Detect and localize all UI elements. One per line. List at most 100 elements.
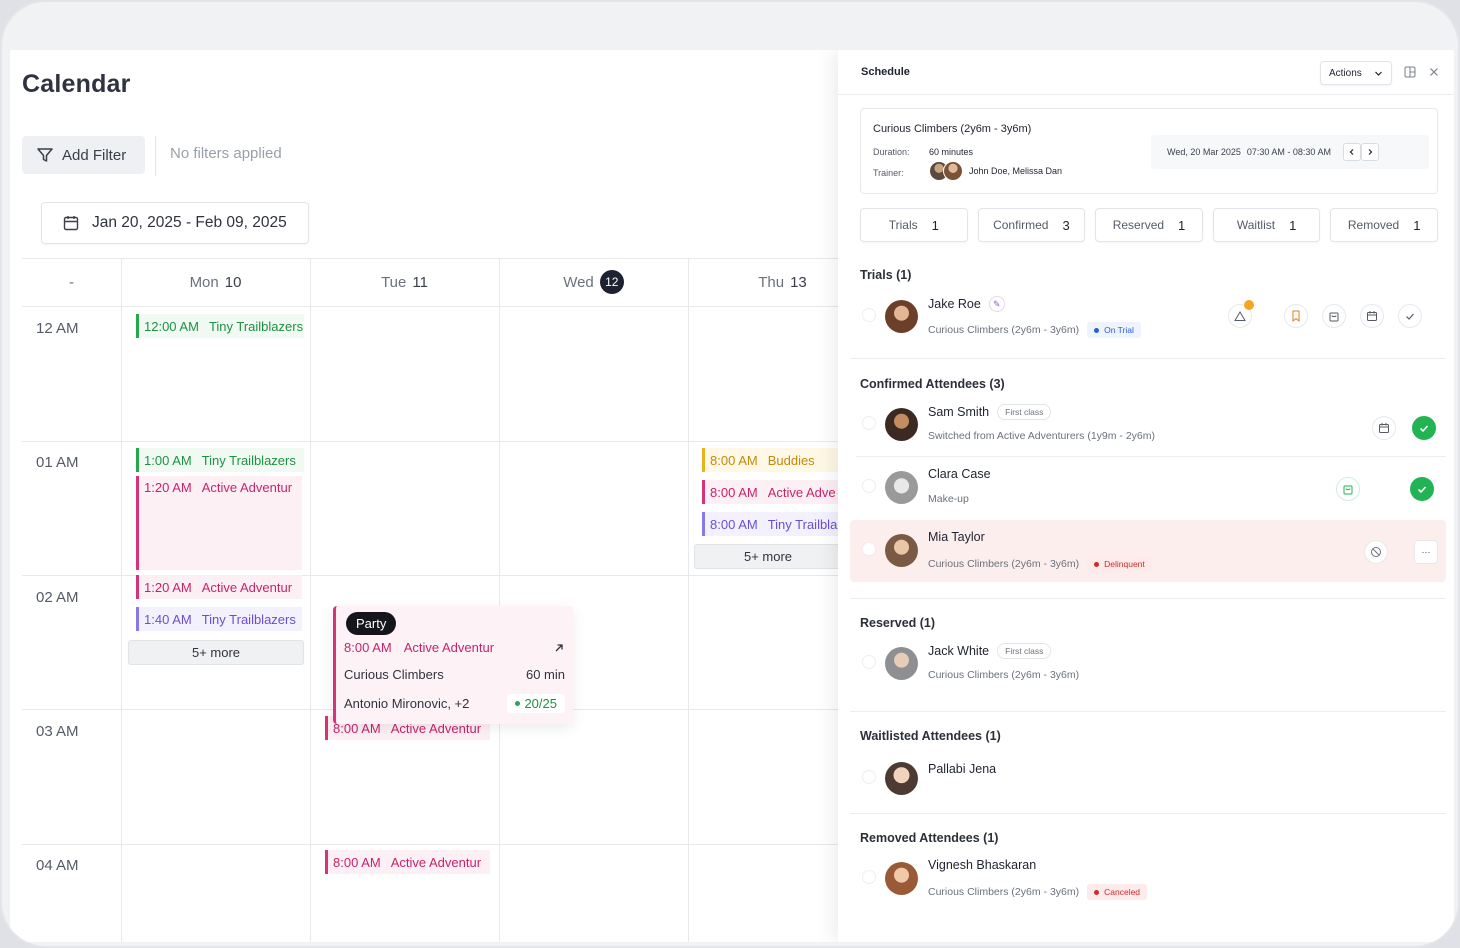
calendar-add-icon[interactable] [1372, 416, 1396, 440]
hour-label: 12 AM [36, 320, 79, 337]
attendee-name: Sam Smith First class [928, 404, 1052, 420]
class-info-card: Curious Climbers (2y6m - 3y6m) Duration:… [860, 108, 1438, 194]
select-radio[interactable] [862, 870, 876, 884]
close-icon[interactable] [1428, 66, 1440, 78]
event-chip[interactable]: 1:00 AM Tiny Trailblazers [136, 448, 304, 472]
attendee-row[interactable]: Jake Roe ✎ Curious Climbers (2y6m - 3y6m… [850, 286, 1446, 348]
event-chip[interactable]: 12:00 AM Tiny Trailblazers [136, 314, 304, 338]
event-color-bar [136, 607, 139, 631]
bookmark-icon[interactable] [1284, 304, 1308, 328]
warning-icon[interactable] [1228, 300, 1254, 328]
tab-trials[interactable]: Trials 1 [860, 208, 968, 242]
event-time: 8:00 AM [710, 452, 758, 468]
attendee-row[interactable]: Sam Smith First class Switched from Acti… [850, 394, 1446, 456]
capacity-value: 20/25 [524, 696, 557, 711]
attendee-class: Switched from Active Adventurers (1y9m -… [928, 430, 1155, 442]
event-chip[interactable]: 8:00 AM Tiny Trailbla [702, 512, 842, 536]
date-range-picker[interactable]: Jan 20, 2025 - Feb 09, 2025 [41, 202, 309, 244]
status-dot [1094, 561, 1100, 567]
event-color-bar [136, 448, 139, 472]
ellipsis-icon: ··· [1421, 547, 1431, 557]
event-chip[interactable]: 1:20 AM Active Adventur [136, 476, 302, 570]
day-header-tue[interactable]: Tue 11 [310, 258, 499, 306]
avatar [885, 408, 918, 441]
event-color-bar [325, 716, 328, 740]
day-name: Tue [381, 273, 407, 291]
chevron-right-icon [1368, 149, 1373, 155]
attendee-name: Mia Taylor [928, 530, 985, 544]
avatar [885, 762, 918, 795]
calendar-icon [63, 216, 79, 231]
checked-in-icon[interactable] [1412, 416, 1436, 440]
notification-dot [1244, 300, 1254, 310]
previous-button[interactable] [1342, 143, 1361, 161]
tab-label: Reserved [1112, 218, 1165, 232]
attendee-row-delinquent[interactable]: Mia Taylor Curious Climbers (2y6m - 3y6m… [850, 520, 1446, 582]
select-radio[interactable] [862, 308, 876, 322]
actions-dropdown[interactable]: Actions [1320, 61, 1392, 85]
event-chip[interactable]: 1:20 AM Active Adventur [136, 575, 302, 599]
popover-row: 8:00 AM Active Adventur [344, 640, 565, 655]
page-title: Calendar [22, 70, 131, 98]
day-number: 10 [224, 273, 242, 291]
event-color-bar [702, 480, 705, 504]
blocked-icon[interactable] [1364, 540, 1388, 564]
divider [850, 711, 1446, 712]
event-name: Tiny Trailblazers [208, 318, 304, 334]
tab-removed[interactable]: Removed 1 [1330, 208, 1438, 242]
duration: 60 min [525, 667, 565, 682]
grid-line [22, 844, 842, 845]
attendee-name: Jack White First class [928, 643, 1052, 659]
select-radio[interactable] [862, 416, 876, 430]
attendee-subtitle: Make-up [928, 493, 969, 505]
event-chip[interactable]: 8:00 AM Buddies [702, 448, 842, 472]
divider [155, 136, 156, 176]
tab-reserved[interactable]: Reserved 1 [1095, 208, 1203, 242]
select-radio[interactable] [862, 479, 876, 493]
event-chip[interactable]: 1:40 AM Tiny Trailblazers [136, 607, 302, 631]
open-external-icon[interactable] [553, 642, 565, 654]
bag-icon[interactable] [1336, 477, 1360, 501]
hour-label: 04 AM [36, 857, 79, 874]
day-header-wed[interactable]: Wed 12 [499, 258, 688, 306]
next-button[interactable] [1360, 143, 1379, 161]
checked-in-icon[interactable] [1410, 477, 1434, 501]
class-time: 07:30 AM - 08:30 AM [1246, 147, 1331, 157]
event-chip[interactable]: 8:00 AM Active Adventur [325, 850, 490, 874]
grid-line [310, 258, 311, 942]
class-date-nav: Wed, 20 Mar 2025 07:30 AM - 08:30 AM [1151, 135, 1429, 169]
attendee-row[interactable]: Clara Case Make-up [850, 457, 1446, 519]
more-events-button[interactable]: 5+ more [694, 544, 842, 569]
calendar-add-icon[interactable] [1360, 304, 1384, 328]
tab-count: 1 [931, 217, 939, 233]
no-entry-icon [1371, 547, 1381, 557]
attendee-class: Curious Climbers (2y6m - 3y6m) [928, 324, 1080, 336]
attendee-row[interactable]: Vignesh Bhaskaran Curious Climbers (2y6m… [850, 848, 1446, 910]
tab-confirmed[interactable]: Confirmed 3 [977, 208, 1086, 242]
bag-icon[interactable] [1322, 304, 1346, 328]
add-filter-button[interactable]: Add Filter [22, 136, 145, 174]
divider [838, 94, 1454, 95]
check-circle-icon[interactable] [1398, 304, 1422, 328]
attendee-subtitle: Curious Climbers (2y6m - 3y6m) On Trial [928, 322, 1141, 338]
grid-line [22, 441, 842, 442]
event-time: 1:40 AM [144, 611, 192, 627]
select-radio[interactable] [862, 770, 876, 784]
corner-cell: - [22, 258, 121, 306]
day-name: Mon [189, 273, 219, 291]
attendee-subtitle: Curious Climbers (2y6m - 3y6m) Delinquen… [928, 556, 1152, 572]
select-radio[interactable] [862, 542, 876, 556]
attendee-row[interactable]: Pallabi Jena [850, 748, 1446, 810]
expand-panel-icon[interactable] [1404, 66, 1416, 78]
avatar [885, 862, 918, 895]
event-chip[interactable]: 8:00 AM Active Adve [702, 480, 842, 504]
select-radio[interactable] [862, 655, 876, 669]
attendee-row[interactable]: Jack White First class Curious Climbers … [850, 633, 1446, 695]
event-popover[interactable]: Party 8:00 AM Active Adventur Curious Cl… [333, 606, 573, 724]
more-options-button[interactable]: ··· [1414, 540, 1438, 564]
attendee-name-text: Jack White [928, 644, 990, 658]
day-header-mon[interactable]: Mon 10 [121, 258, 310, 306]
more-events-button[interactable]: 5+ more [128, 640, 304, 665]
tab-waitlist[interactable]: Waitlist 1 [1212, 208, 1321, 242]
day-name: Thu [758, 273, 785, 291]
